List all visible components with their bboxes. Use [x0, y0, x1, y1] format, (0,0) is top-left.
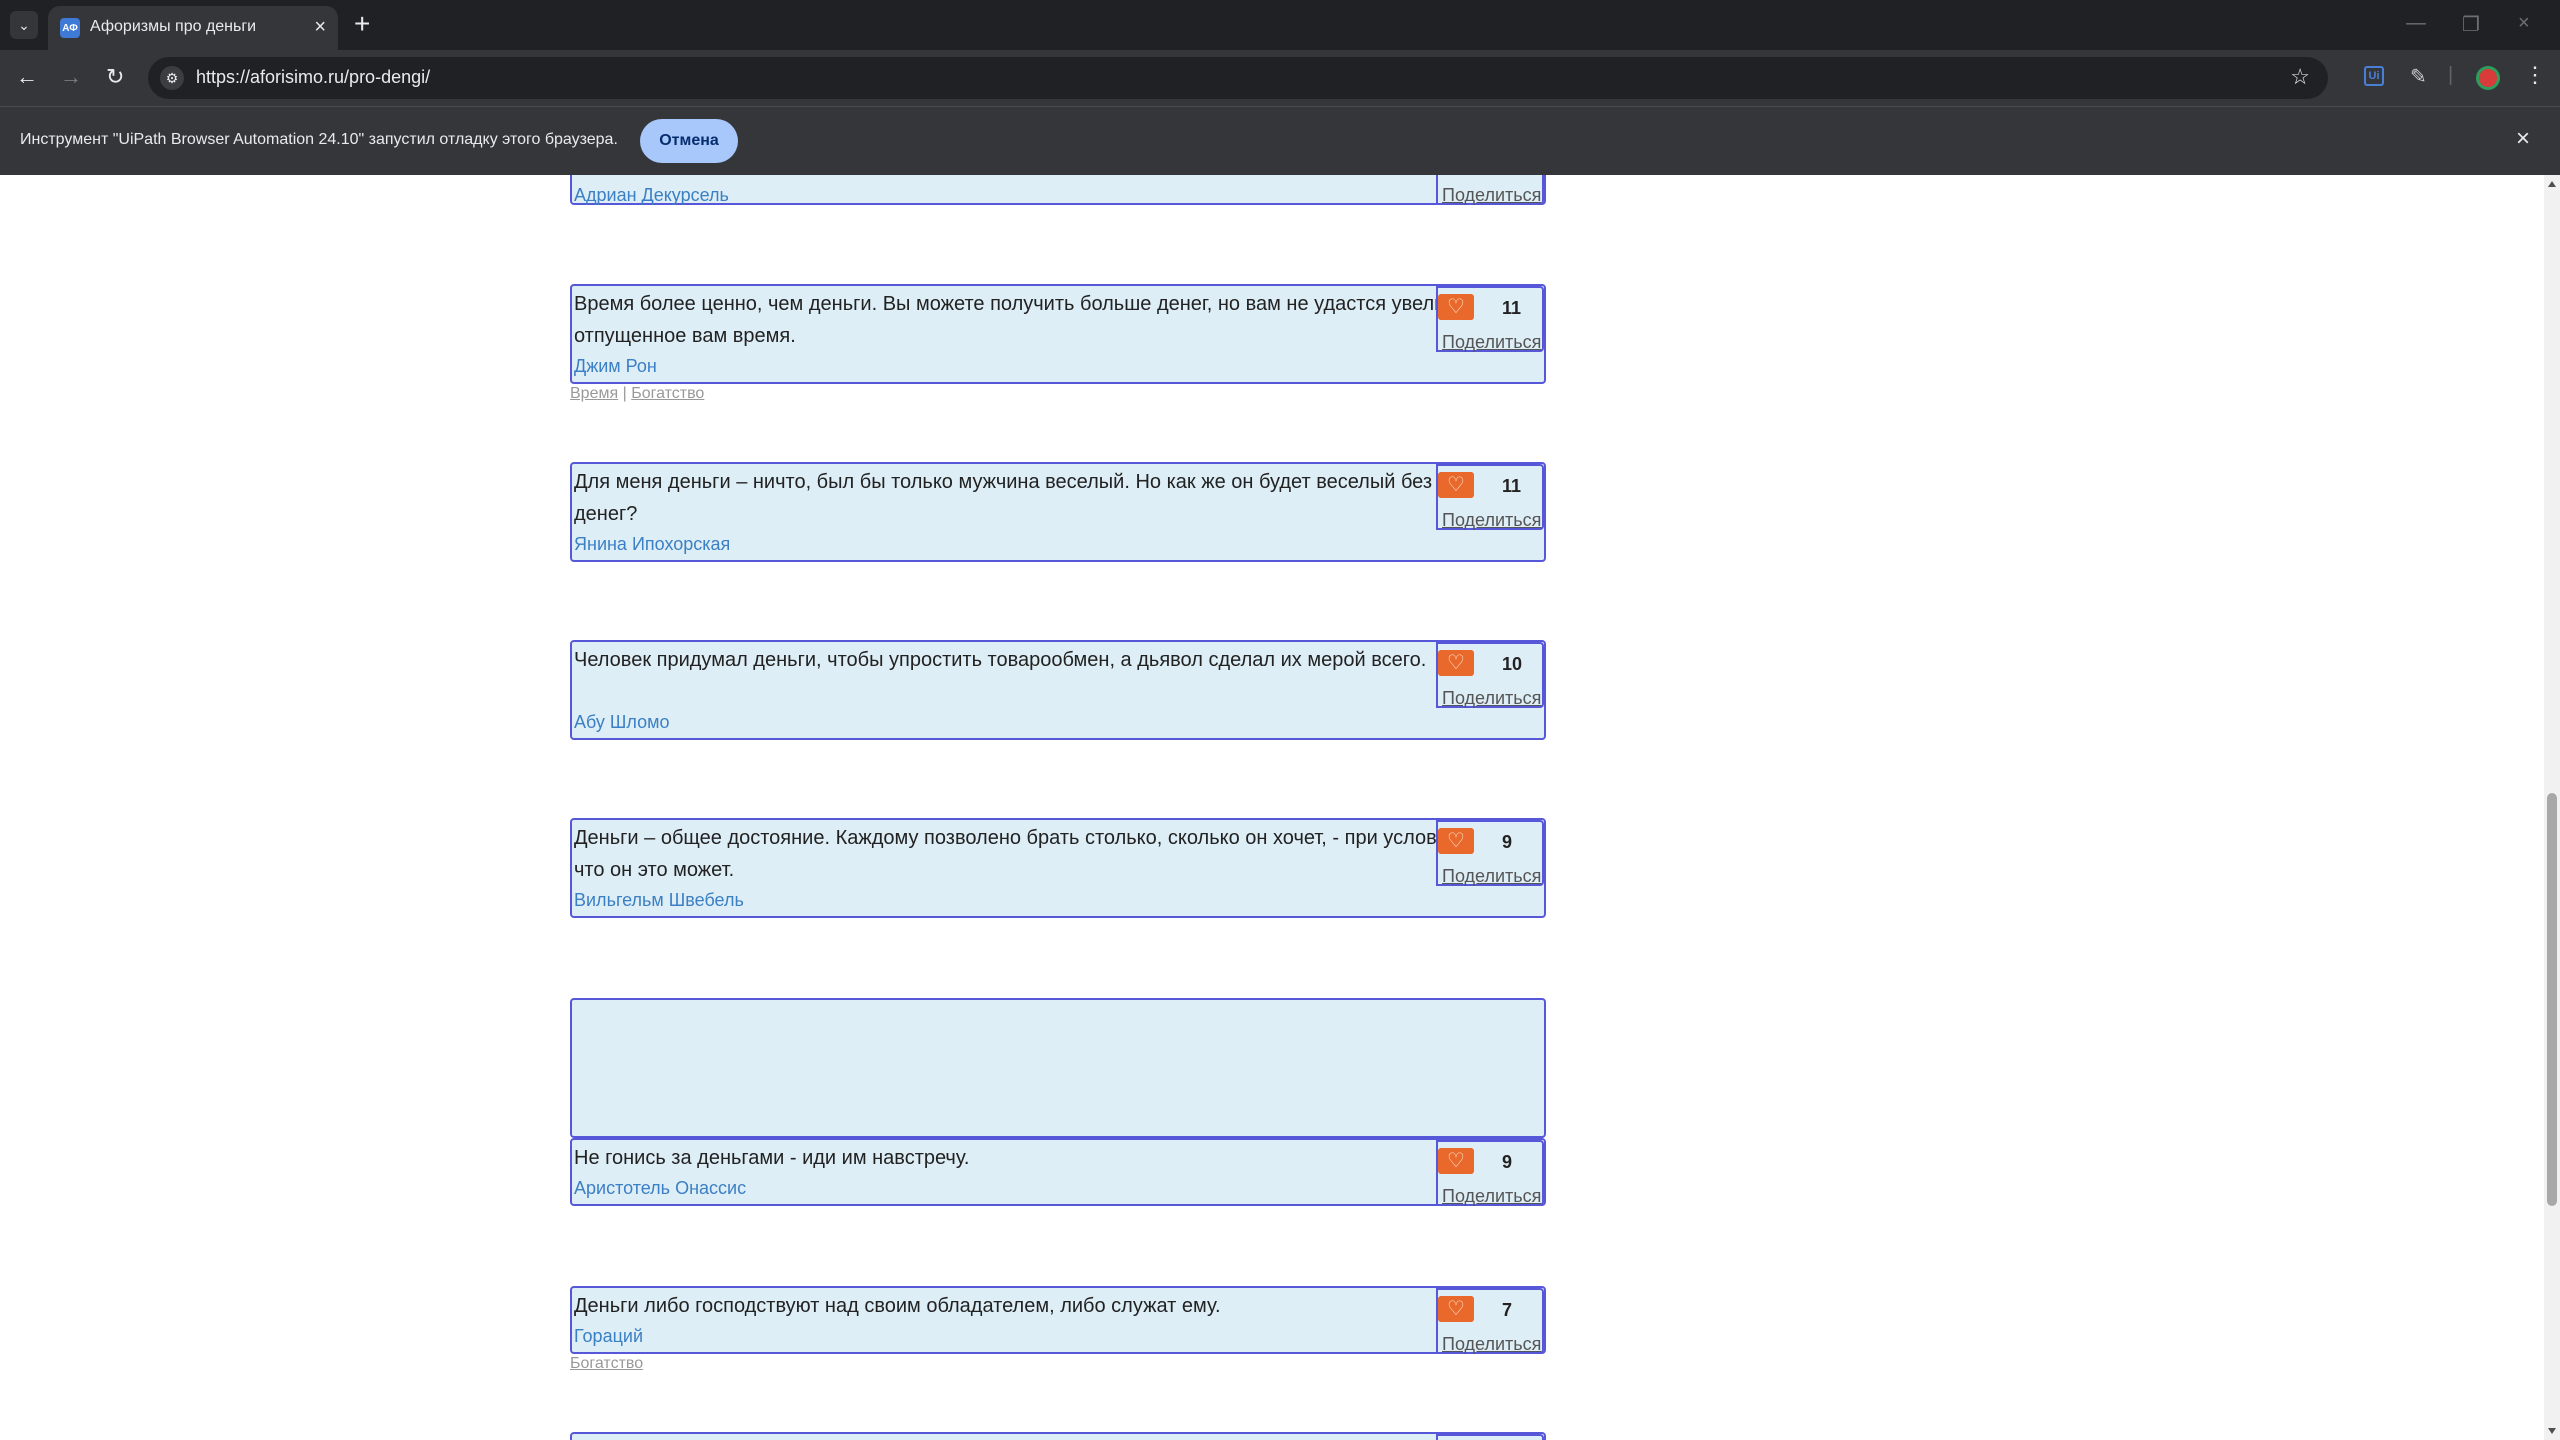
like-heart-icon[interactable]: ♡ [1438, 650, 1474, 676]
restore-icon[interactable]: ❐ [2462, 12, 2480, 37]
scrollbar-thumb[interactable] [2547, 793, 2557, 1206]
infobar-close-icon[interactable]: × [2516, 125, 2530, 153]
quote-card: Деньги – общее достояние. Каждому позвол… [570, 818, 1546, 918]
like-heart-icon[interactable]: ♡ [1438, 828, 1474, 854]
quote-card: Для меня деньги – ничто, был бы только м… [570, 462, 1546, 562]
share-link[interactable]: Поделиться [1442, 185, 1541, 206]
extensions-puzzle-icon[interactable]: ✎ [2410, 64, 2427, 89]
browser-toolbar: ← → ↻ ⚙ https://aforisimo.ru/pro-dengi/ … [0, 50, 2560, 106]
toolbar-divider: | [2448, 64, 2454, 86]
quote-text: Время более ценно, чем деньги. Вы можете… [574, 293, 1487, 347]
quote-actions: Поделиться [1436, 175, 1544, 205]
uipath-extension-icon[interactable]: Ui [2364, 66, 2384, 86]
like-heart-icon[interactable]: ♡ [1438, 472, 1474, 498]
tab-active[interactable]: АФ Афоризмы про деньги × [48, 6, 338, 50]
quote-text: Деньги – общее достояние. Каждому позвол… [574, 827, 1465, 881]
quote-author-link[interactable]: Джим Рон [574, 354, 657, 378]
scroll-down-arrow-icon[interactable] [2548, 1428, 2556, 1434]
like-count: 10 [1502, 654, 1523, 674]
share-link[interactable]: Поделиться [1442, 1186, 1541, 1207]
tab-title: Афоризмы про деньги [90, 18, 257, 35]
share-link[interactable]: Поделиться [1442, 510, 1541, 531]
share-link[interactable]: Поделиться [1442, 866, 1541, 887]
quote-author-link[interactable]: Аристотель Онассис [574, 1176, 746, 1200]
like-heart-icon[interactable]: ♡ [1438, 1296, 1474, 1322]
quote-card: Адриан Декурсель Поделиться [570, 175, 1546, 205]
new-tab-plus-icon[interactable]: + [354, 9, 370, 39]
quote-text: Не гонись за деньгами - иди им навстречу… [574, 1147, 970, 1169]
quote-author-link[interactable]: Гораций [574, 1324, 643, 1348]
quote-card: Человек придумал деньги, чтобы упростить… [570, 640, 1546, 740]
quote-author-link[interactable]: Янина Ипохорская [574, 532, 730, 556]
quote-author-link[interactable]: Вильгельм Швебель [574, 888, 744, 912]
quote-actions [1436, 1434, 1544, 1440]
share-link[interactable]: Поделиться [1442, 1334, 1541, 1355]
tag-separator: | [622, 385, 627, 402]
scroll-up-arrow-icon[interactable] [2548, 181, 2556, 187]
quote-text: Деньги либо господствуют над своим облад… [574, 1295, 1221, 1317]
cancel-button[interactable]: Отмена [640, 119, 738, 163]
like-count: 7 [1502, 1300, 1513, 1320]
bookmark-star-icon[interactable]: ☆ [2290, 64, 2310, 90]
site-info-icon[interactable]: ⚙ [160, 66, 184, 90]
like-count: 9 [1502, 832, 1513, 852]
quote-card: Деньги либо господствуют над своим облад… [570, 1286, 1546, 1354]
tag-link[interactable]: Время [570, 385, 618, 402]
tab-close-icon[interactable]: × [314, 16, 326, 38]
quote-actions: ♡ 11 Поделиться [1436, 464, 1544, 530]
profile-avatar-icon[interactable] [2476, 66, 2500, 90]
site-favicon-icon: АФ [60, 18, 80, 38]
tag-link[interactable]: Богатство [631, 385, 704, 402]
tab-strip: ⌄ АФ Афоризмы про деньги × + — ❐ × [0, 0, 2560, 50]
forward-arrow-icon[interactable]: → [60, 64, 82, 90]
quote-card [570, 1432, 1546, 1440]
quote-actions: ♡ 10 Поделиться [1436, 642, 1544, 708]
share-link[interactable]: Поделиться [1442, 688, 1541, 709]
tag-link[interactable]: Богатство [570, 1355, 643, 1372]
quote-actions: ♡ 11 Поделиться [1436, 286, 1544, 352]
back-arrow-icon[interactable]: ← [16, 64, 38, 90]
address-bar[interactable]: ⚙ https://aforisimo.ru/pro-dengi/ ☆ [148, 57, 2328, 99]
tab-search-chevron-icon[interactable]: ⌄ [10, 11, 38, 39]
ad-placeholder [570, 998, 1546, 1138]
like-count: 9 [1502, 1152, 1513, 1172]
window-close-icon[interactable]: × [2518, 12, 2530, 35]
kebab-menu-icon[interactable]: ⋮ [2524, 62, 2546, 88]
like-heart-icon[interactable]: ♡ [1438, 294, 1474, 320]
like-heart-icon[interactable]: ♡ [1438, 1148, 1474, 1174]
quote-author-link[interactable]: Абу Шломо [574, 710, 670, 734]
reload-icon[interactable]: ↻ [106, 64, 124, 90]
like-count: 11 [1502, 476, 1522, 496]
quote-text: Для меня деньги – ничто, был бы только м… [574, 471, 1433, 525]
quote-actions: ♡ 9 Поделиться [1436, 1140, 1544, 1206]
minimize-icon[interactable]: — [2406, 12, 2426, 35]
page-scrollbar[interactable] [2544, 175, 2560, 1440]
share-link[interactable]: Поделиться [1442, 332, 1541, 353]
quote-card: Время более ценно, чем деньги. Вы можете… [570, 284, 1546, 384]
like-count: 11 [1502, 298, 1522, 318]
url-text[interactable]: https://aforisimo.ru/pro-dengi/ [196, 67, 430, 88]
quote-tags: Время | Богатство [570, 385, 704, 403]
quote-actions: ♡ 7 Поделиться [1436, 1288, 1544, 1354]
quote-tags: Богатство [570, 1355, 643, 1373]
quote-card: Не гонись за деньгами - иди им навстречу… [570, 1138, 1546, 1206]
debug-infobar: Инструмент "UiPath Browser Automation 24… [0, 106, 2560, 175]
infobar-message: Инструмент "UiPath Browser Automation 24… [20, 131, 618, 148]
quote-author-link[interactable]: Адриан Декурсель [574, 183, 729, 207]
quote-text: Человек придумал деньги, чтобы упростить… [574, 649, 1427, 671]
page-viewport: Адриан Декурсель Поделиться Время более … [0, 175, 2544, 1440]
quote-actions: ♡ 9 Поделиться [1436, 820, 1544, 886]
